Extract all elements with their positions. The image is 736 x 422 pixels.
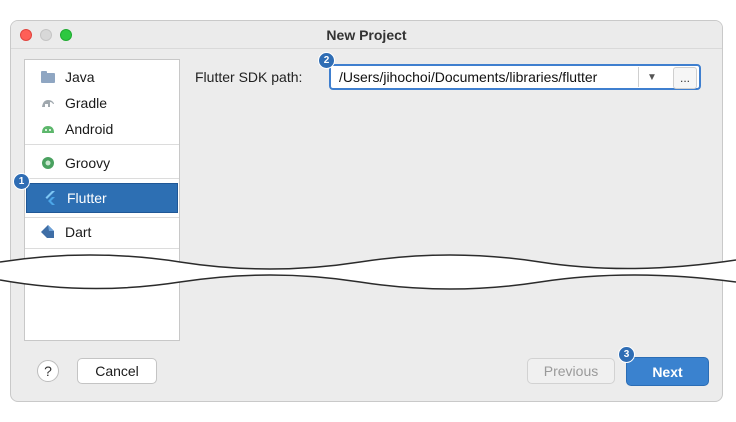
step-badge-3: 3 (618, 346, 635, 363)
divider (25, 217, 179, 218)
divider (25, 178, 179, 179)
sidebar-item-label: Gradle (65, 95, 108, 111)
flutter-sdk-path-field[interactable]: /Users/jihochoi/Documents/libraries/flut… (329, 64, 701, 90)
groovy-icon (41, 156, 55, 170)
sidebar-item-label: Flutter (67, 190, 107, 206)
sdk-path-dropdown-button[interactable]: ▼ (638, 67, 665, 87)
project-type-list: Java Gradle Android Groovy Flutter Dart (24, 59, 180, 341)
step-badge-2: 2 (318, 52, 335, 69)
dart-icon (41, 225, 55, 239)
previous-button: Previous (527, 358, 615, 384)
divider (25, 144, 179, 145)
browse-sdk-button[interactable]: ... (673, 67, 697, 89)
sidebar-item-label: Java (65, 69, 95, 85)
java-folder-icon (41, 70, 55, 84)
sidebar-item-gradle[interactable]: Gradle (25, 91, 179, 115)
new-project-dialog: New Project Java Gradle Android Groovy F… (10, 20, 723, 402)
sidebar-item-flutter[interactable]: Flutter (26, 183, 178, 213)
sidebar-item-groovy[interactable]: Groovy (25, 151, 179, 175)
screenshot-break-separator (0, 254, 736, 290)
next-button[interactable]: Next (626, 357, 709, 386)
chevron-down-icon: ▼ (647, 71, 657, 83)
sidebar-item-android[interactable]: Android (25, 117, 179, 141)
flutter-icon (43, 191, 57, 205)
sidebar-item-label: Android (65, 121, 114, 137)
sidebar-item-java[interactable]: Java (25, 65, 179, 89)
sidebar-item-dart[interactable]: Dart (25, 220, 179, 244)
sidebar-item-label: Groovy (65, 155, 111, 171)
title-bar: New Project (11, 21, 722, 49)
android-icon (41, 122, 55, 136)
help-button[interactable]: ? (37, 360, 59, 382)
step-badge-1: 1 (13, 173, 30, 190)
window-title: New Project (326, 27, 407, 43)
flutter-sdk-path-input[interactable]: /Users/jihochoi/Documents/libraries/flut… (339, 69, 597, 85)
flutter-sdk-path-label: Flutter SDK path: (195, 69, 303, 85)
cancel-button[interactable]: Cancel (77, 358, 157, 384)
sidebar-item-label: Dart (65, 224, 92, 240)
gradle-elephant-icon (41, 96, 55, 110)
divider (25, 248, 179, 249)
